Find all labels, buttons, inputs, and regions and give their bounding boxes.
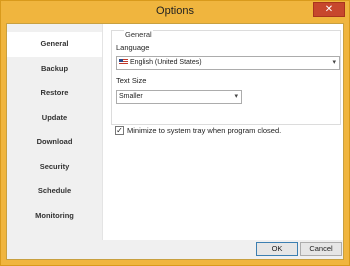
sidebar-item-update[interactable]: Update: [7, 106, 102, 131]
cancel-button[interactable]: Cancel: [300, 242, 342, 256]
sidebar-item-download[interactable]: Download: [7, 130, 102, 155]
close-button[interactable]: ✕: [313, 2, 345, 17]
minimize-to-tray-checkbox[interactable]: ✓: [115, 126, 124, 135]
text-size-label: Text Size: [116, 76, 147, 85]
group-title: General: [124, 30, 153, 39]
ok-button[interactable]: OK: [256, 242, 298, 256]
language-value: English (United States): [130, 59, 202, 66]
chevron-down-icon: ▾: [332, 59, 336, 66]
sidebar-item-general[interactable]: General: [7, 32, 102, 57]
options-window: Options ✕ General Backup Restore Update …: [0, 0, 350, 266]
sidebar: General Backup Restore Update Download S…: [7, 32, 102, 228]
text-size-select[interactable]: Smaller ▾: [116, 90, 242, 104]
dialog-client-area: General Backup Restore Update Download S…: [6, 23, 344, 260]
language-select[interactable]: English (United States) ▾: [116, 56, 340, 70]
title-bar[interactable]: Options ✕: [1, 1, 349, 23]
sidebar-item-monitoring[interactable]: Monitoring: [7, 204, 102, 229]
settings-panel: General Language English (United States)…: [102, 24, 343, 240]
sidebar-item-restore[interactable]: Restore: [7, 81, 102, 106]
us-flag-icon: [119, 59, 128, 65]
window-title: Options: [156, 5, 194, 17]
text-size-value: Smaller: [119, 93, 143, 100]
general-group: General Language English (United States)…: [111, 30, 341, 125]
chevron-down-icon: ▾: [234, 93, 238, 100]
sidebar-item-security[interactable]: Security: [7, 155, 102, 180]
minimize-to-tray-label: Minimize to system tray when program clo…: [127, 126, 282, 135]
language-label: Language: [116, 43, 150, 52]
sidebar-item-backup[interactable]: Backup: [7, 57, 102, 82]
sidebar-item-schedule[interactable]: Schedule: [7, 179, 102, 204]
